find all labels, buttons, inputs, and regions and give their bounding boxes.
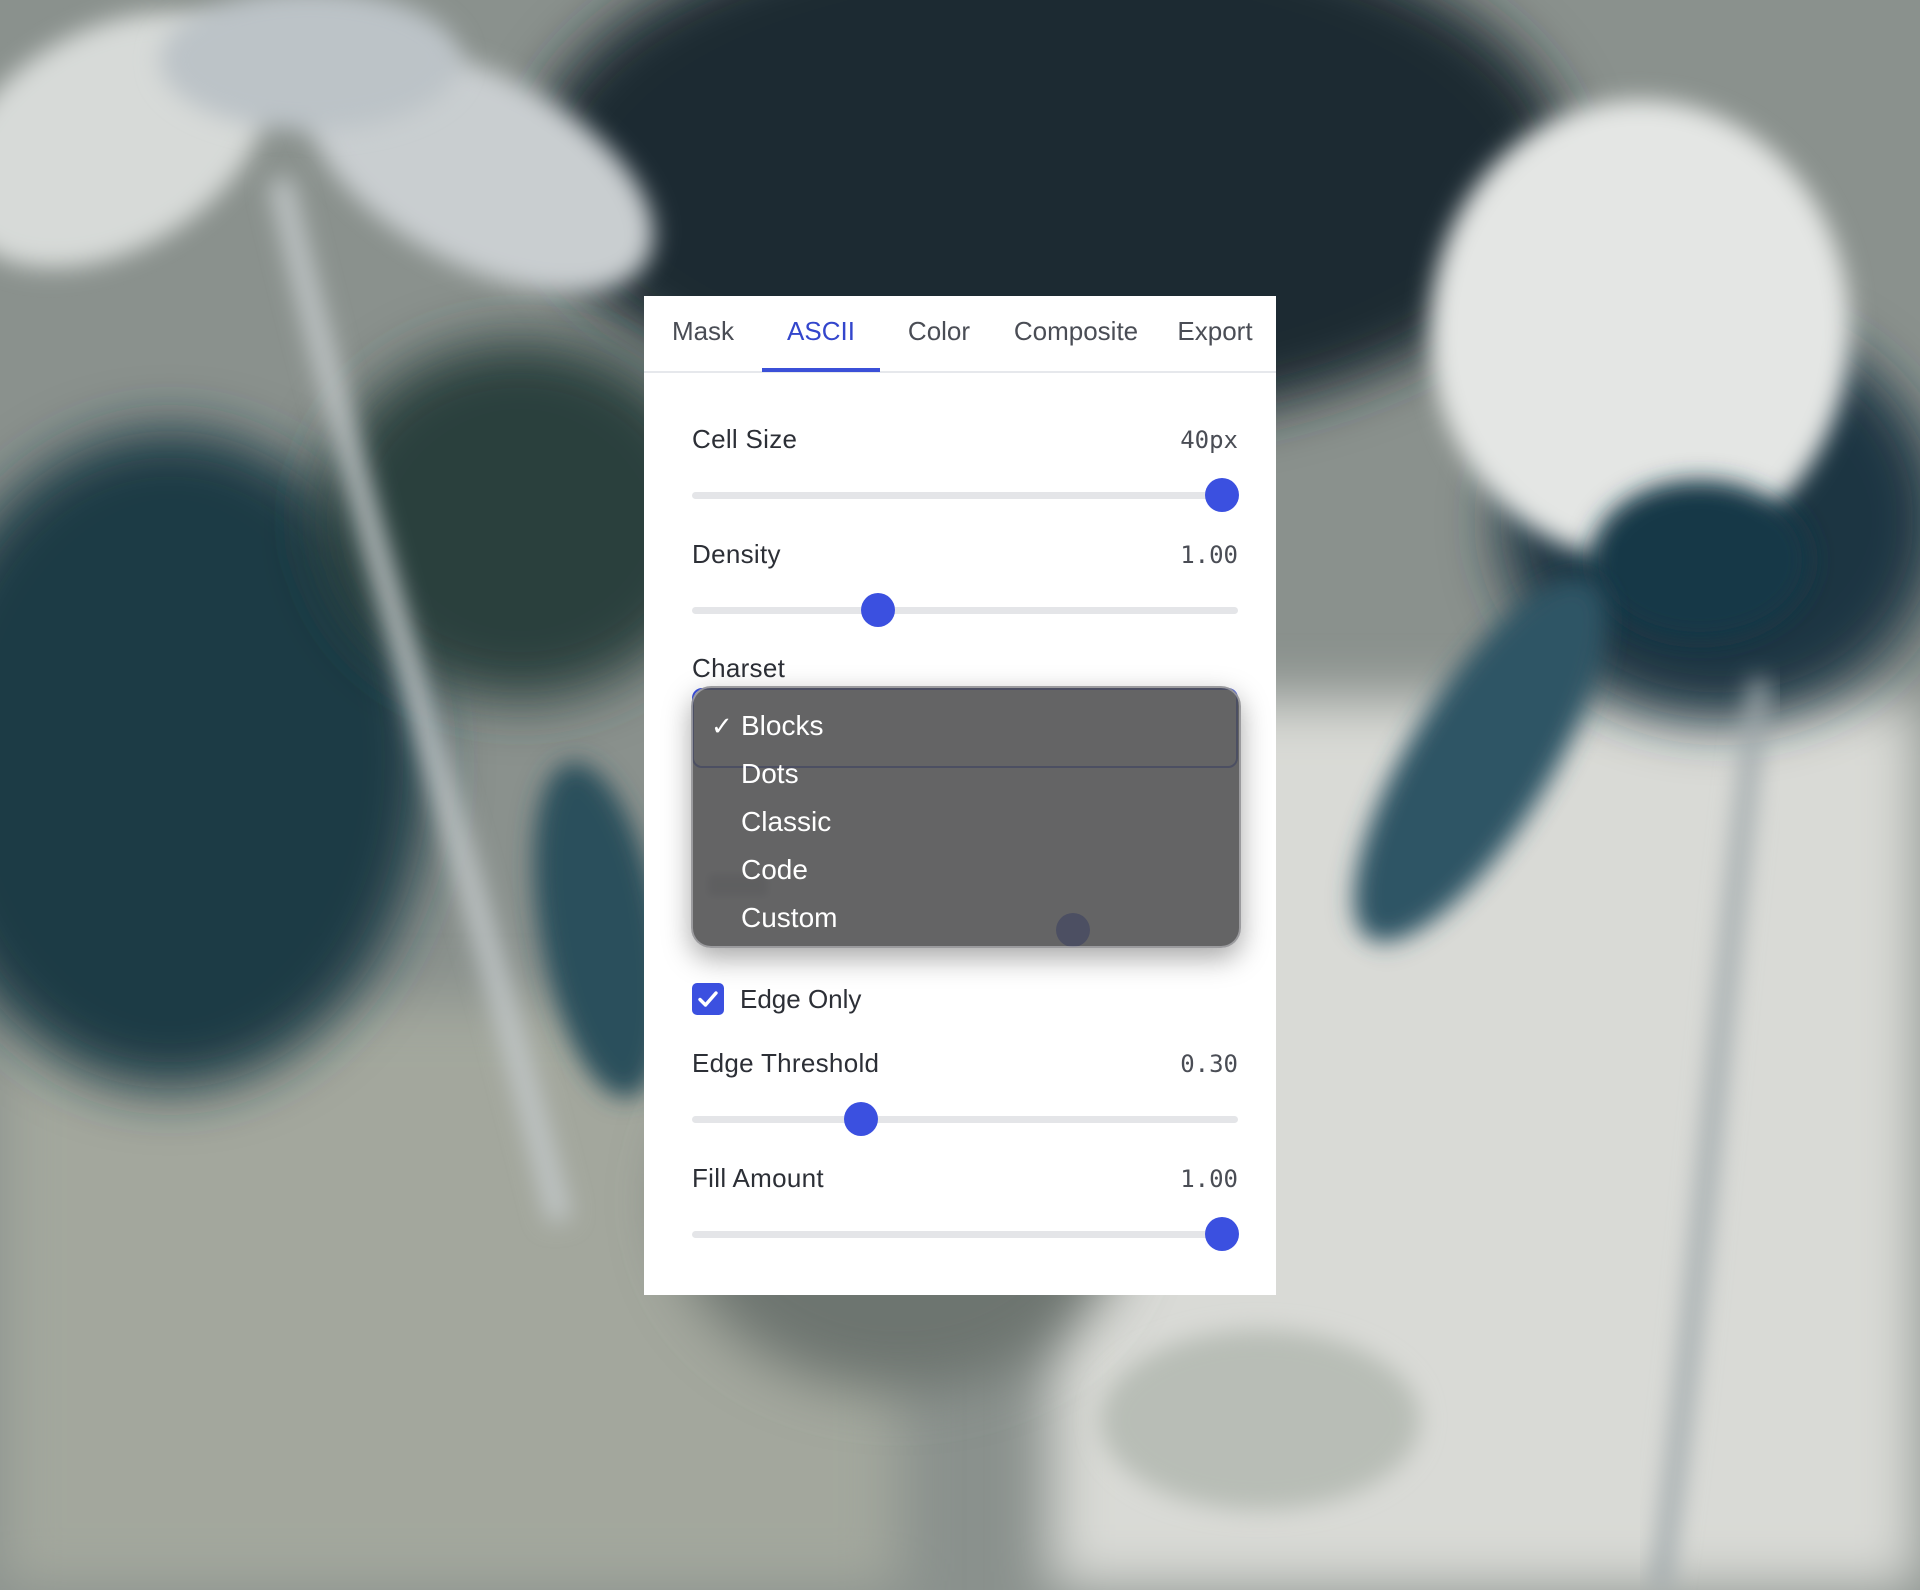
- checkmark-icon: ✓: [711, 711, 733, 741]
- slider-track: [692, 492, 1238, 499]
- charset-option-dots[interactable]: Dots: [693, 750, 1239, 798]
- slider-track: [692, 1116, 1238, 1123]
- fill-amount-label: Fill Amount: [692, 1163, 824, 1193]
- option-label: Classic: [741, 806, 832, 837]
- tab-composite[interactable]: Composite: [998, 296, 1154, 371]
- option-label: Blocks: [741, 710, 824, 741]
- density-value: 1.00: [1180, 541, 1238, 569]
- slider-thumb[interactable]: [844, 1102, 879, 1136]
- edge-only-label: Edge Only: [740, 984, 862, 1014]
- tab-mask[interactable]: Mask: [644, 296, 762, 371]
- option-label: Code: [741, 854, 808, 885]
- edge-threshold-slider[interactable]: [692, 1102, 1238, 1136]
- edge-only-checkbox[interactable]: [692, 983, 724, 1015]
- density-label: Density: [692, 539, 781, 569]
- charset-option-code[interactable]: Code: [693, 846, 1239, 894]
- cell-size-label: Cell Size: [692, 424, 798, 454]
- slider-thumb[interactable]: [860, 593, 895, 627]
- charset-option-blocks[interactable]: ✓ Blocks: [693, 702, 1239, 750]
- tab-ascii[interactable]: ASCII: [762, 296, 880, 371]
- charset-dropdown-menu: ✓ Blocks Dots Classic Code Custom: [691, 686, 1241, 948]
- cell-size-slider[interactable]: [692, 478, 1239, 512]
- density-slider[interactable]: [692, 593, 1238, 627]
- charset-option-classic[interactable]: Classic: [693, 798, 1239, 846]
- option-label: Dots: [741, 758, 799, 789]
- fill-amount-slider[interactable]: [692, 1217, 1239, 1251]
- cell-size-value: 40px: [1180, 426, 1238, 454]
- option-label: Custom: [741, 902, 838, 933]
- slider-thumb[interactable]: [1204, 478, 1239, 512]
- edge-threshold-value: 0.30: [1180, 1050, 1238, 1078]
- tab-bar: Mask ASCII Color Composite Export: [644, 296, 1276, 373]
- slider-track: [692, 1231, 1238, 1238]
- tab-color[interactable]: Color: [880, 296, 998, 371]
- checkmark-icon: [698, 991, 718, 1007]
- slider-track: [692, 607, 1238, 614]
- fill-amount-value: 1.00: [1180, 1165, 1238, 1193]
- slider-thumb[interactable]: [1204, 1217, 1239, 1251]
- charset-label: Charset: [692, 653, 786, 683]
- edge-threshold-label: Edge Threshold: [692, 1048, 880, 1078]
- charset-option-custom[interactable]: Custom: [693, 894, 1239, 942]
- tab-export[interactable]: Export: [1154, 296, 1276, 371]
- active-tab-indicator: [762, 368, 880, 372]
